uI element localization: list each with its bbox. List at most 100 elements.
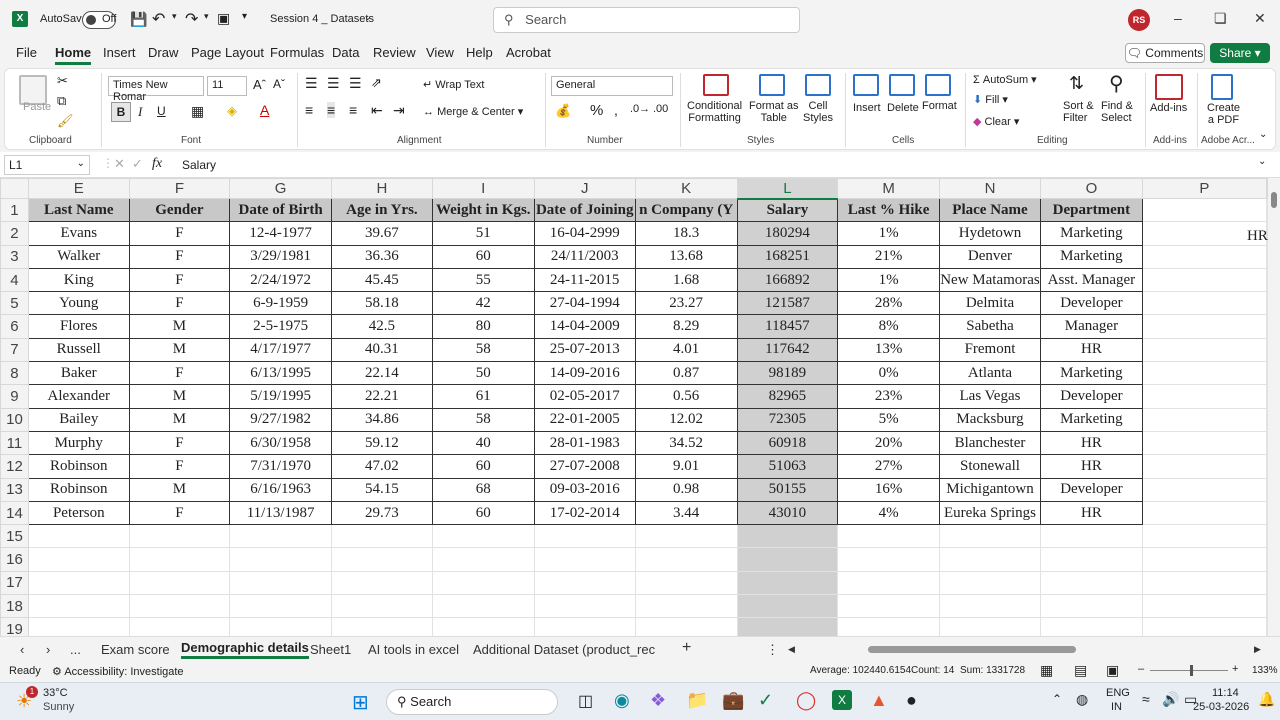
conditional-formatting-icon[interactable] [703, 74, 729, 96]
menu-acrobat[interactable]: Acrobat [506, 45, 551, 60]
scroll-left-icon[interactable]: ◀ [788, 644, 795, 655]
row-header[interactable]: 14 [0, 500, 29, 526]
cell-i5[interactable]: 42 [431, 291, 535, 316]
format-as-table-icon[interactable] [759, 74, 785, 96]
conditional-formatting-button[interactable]: Conditional Formatting [687, 100, 742, 124]
cell-k6[interactable]: 8.29 [634, 314, 738, 339]
italic-button[interactable]: I [138, 104, 142, 120]
cell-f17[interactable] [128, 570, 231, 596]
find-icon[interactable]: ⚲ [1109, 71, 1124, 96]
fill-button[interactable]: ⬇ Fill ▾ [973, 93, 1008, 106]
cell-n3[interactable]: Denver [939, 244, 1041, 269]
cell-o12[interactable]: HR [1039, 454, 1143, 479]
cell-j2[interactable]: 16-04-2999 [533, 221, 636, 246]
save-icon[interactable]: 💾 [130, 11, 147, 28]
cell-p18[interactable] [1141, 594, 1268, 619]
cell-j17[interactable] [533, 570, 636, 596]
align-right-icon[interactable]: ≡ [349, 102, 357, 118]
cell-g18[interactable] [229, 594, 333, 619]
cell-l14[interactable]: 43010 [736, 500, 839, 526]
edge-icon[interactable]: ◉ [614, 690, 630, 711]
cell-o8[interactable]: Marketing [1039, 361, 1143, 386]
cell-i8[interactable]: 50 [431, 361, 535, 386]
notification-icon[interactable]: 🔔 [1258, 691, 1275, 708]
minimize-icon[interactable]: – [1174, 10, 1182, 26]
format-as-table-button[interactable]: Format as Table [749, 100, 799, 124]
cell-styles-button[interactable]: Cell Styles [803, 100, 833, 124]
undo-dropdown-icon[interactable]: ▾ [172, 11, 177, 22]
cell-g11[interactable]: 6/30/1958 [229, 430, 333, 456]
cell-h12[interactable]: 47.02 [331, 454, 433, 479]
borders-icon[interactable]: ▦ [191, 103, 204, 120]
cell-l11[interactable]: 60918 [736, 430, 839, 456]
cell-j19[interactable] [533, 617, 636, 636]
cell-e4[interactable]: King [27, 267, 130, 293]
cell-o7[interactable]: HR [1039, 337, 1143, 363]
row-header[interactable]: 11 [0, 430, 29, 456]
cell-h2[interactable]: 39.67 [331, 221, 433, 246]
cell-n5[interactable]: Delmita [939, 291, 1041, 316]
cell-j14[interactable]: 17-02-2014 [533, 500, 636, 526]
cell-g10[interactable]: 9/27/1982 [229, 407, 333, 432]
insert-cells-button[interactable]: Insert [853, 102, 881, 114]
cell-g13[interactable]: 6/16/1963 [229, 477, 333, 502]
header-cell[interactable]: Age in Yrs. [331, 197, 433, 223]
align-center-icon[interactable]: ≡ [327, 102, 336, 118]
cell-f5[interactable]: F [128, 291, 231, 316]
cell-h10[interactable]: 34.86 [331, 407, 433, 432]
scroll-right-icon[interactable]: ▶ [1254, 644, 1261, 655]
cell-l7[interactable]: 117642 [736, 337, 839, 363]
cell-k15[interactable] [634, 524, 738, 549]
addins-icon[interactable] [1155, 74, 1183, 100]
stray-cell[interactable]: HR [1247, 228, 1268, 245]
cell-e8[interactable]: Baker [27, 361, 130, 386]
cell-o3[interactable]: Marketing [1039, 244, 1143, 269]
increase-font-icon[interactable]: Aˆ [253, 77, 266, 92]
font-size-dropdown[interactable]: 11 [207, 76, 247, 96]
cell-n12[interactable]: Stonewall [939, 454, 1041, 479]
font-name-dropdown[interactable]: Times New Romar [108, 76, 204, 103]
cell-j10[interactable]: 22-01-2005 [533, 407, 636, 432]
cell-o6[interactable]: Manager [1039, 314, 1143, 339]
cell-m3[interactable]: 21% [837, 244, 940, 269]
cell-k11[interactable]: 34.52 [634, 430, 738, 456]
cell-m12[interactable]: 27% [837, 454, 940, 479]
find-select-button[interactable]: Find & Select [1101, 100, 1133, 124]
cell-j8[interactable]: 14-09-2016 [533, 361, 636, 386]
pdf-icon[interactable] [1211, 74, 1233, 100]
comments-button[interactable]: 🗨 Comments [1125, 43, 1205, 63]
excel-taskbar-icon[interactable]: X [832, 690, 852, 710]
cell-o15[interactable] [1039, 524, 1143, 549]
row-header[interactable]: 8 [0, 361, 29, 386]
fill-color-icon[interactable]: ◈ [227, 103, 237, 119]
tray-overflow-icon[interactable]: ⌃ [1052, 692, 1062, 706]
cell-f8[interactable]: F [128, 361, 231, 386]
cell-e3[interactable]: Walker [27, 244, 130, 269]
cell-l8[interactable]: 98189 [736, 361, 839, 386]
cell-m13[interactable]: 16% [837, 477, 940, 502]
menu-formulas[interactable]: Formulas [270, 45, 324, 60]
column-header-p[interactable]: P [1141, 178, 1268, 199]
cell-m8[interactable]: 0% [837, 361, 940, 386]
decrease-font-icon[interactable]: Aˇ [273, 77, 285, 91]
cell-m18[interactable] [837, 594, 940, 619]
column-header-f[interactable]: F [128, 178, 231, 199]
cell-p14[interactable] [1141, 500, 1268, 526]
header-cell[interactable]: Date of Birth [229, 197, 333, 223]
cell-o11[interactable]: HR [1039, 430, 1143, 456]
cell-o5[interactable]: Developer [1039, 291, 1143, 316]
cell-o18[interactable] [1039, 594, 1143, 619]
cell-p6[interactable] [1141, 314, 1268, 339]
comma-icon[interactable]: , [614, 102, 618, 118]
cell-m11[interactable]: 20% [837, 430, 940, 456]
header-cell[interactable]: n Company (Y [634, 197, 738, 223]
cell-k19[interactable] [634, 617, 738, 636]
add-sheet-icon[interactable]: + [682, 639, 691, 657]
document-title[interactable]: Session 4 _ Datasets [270, 13, 374, 25]
cell-l15[interactable] [736, 524, 839, 549]
cell-l12[interactable]: 51063 [736, 454, 839, 479]
bold-button[interactable]: B [111, 102, 131, 122]
clock-time[interactable]: 11:14 [1212, 687, 1239, 699]
column-header-m[interactable]: M [837, 178, 940, 199]
cell-j12[interactable]: 27-07-2008 [533, 454, 636, 479]
